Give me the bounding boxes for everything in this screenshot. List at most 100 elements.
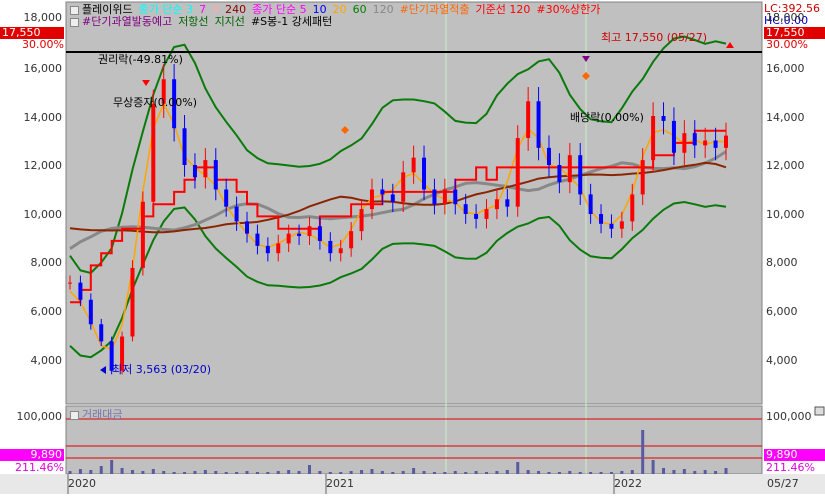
- volume-bar: [224, 472, 228, 474]
- candle-body: [203, 160, 208, 178]
- price-tick-label: 4,000: [766, 354, 798, 367]
- candle-body: [68, 282, 72, 284]
- volume-bar: [214, 471, 218, 474]
- candle-body: [703, 140, 708, 146]
- volume-bar: [183, 472, 187, 474]
- candle-body: [484, 209, 489, 219]
- price-tick-label: 10,000: [766, 208, 805, 221]
- legend-checkbox[interactable]: [70, 410, 79, 420]
- candle-body: [671, 120, 676, 153]
- candle-body: [328, 240, 333, 254]
- price-tick-label: 12,000: [766, 159, 805, 172]
- legend-item[interactable]: 60: [353, 3, 367, 16]
- stock-chart-window: 플레이위드 종가 단순 3 7 9 240 종가 단순 5 10 20 60 120 #단기과열적출…: [0, 0, 825, 494]
- legend-item[interactable]: 120: [373, 3, 394, 16]
- volume-bar: [568, 471, 572, 474]
- volume-bar: [422, 471, 426, 474]
- volume-bar: [110, 460, 114, 474]
- volume-bar: [328, 472, 332, 474]
- volume-bar: [370, 469, 374, 474]
- volume-bar: [651, 460, 655, 474]
- candle-body: [567, 155, 572, 183]
- candle-body: [338, 248, 343, 254]
- legend-item[interactable]: #S봉-1 강세패턴: [251, 15, 332, 28]
- candle-body: [307, 226, 312, 237]
- candle-body: [494, 199, 499, 210]
- volume-bar: [672, 470, 676, 474]
- volume-bar: [589, 472, 593, 474]
- volume-bar: [162, 471, 166, 474]
- volume-bar: [339, 472, 343, 474]
- candle-body: [224, 189, 229, 207]
- volume-bar: [485, 472, 489, 474]
- price-tick-label: 16,000: [766, 62, 805, 75]
- chart-canvas[interactable]: [0, 0, 825, 494]
- candle-body: [724, 135, 728, 148]
- low-annotation: 최저 3,563 (03/20): [112, 363, 212, 376]
- volume-bar: [599, 472, 603, 474]
- rights-annotation: 권리락(-49.81%): [98, 53, 183, 66]
- candle-body: [453, 189, 458, 205]
- volume-bar: [401, 471, 405, 474]
- volume-bar: [464, 472, 468, 474]
- volume-bar: [203, 470, 207, 474]
- candle-body: [557, 165, 562, 183]
- candle-body: [474, 214, 479, 219]
- volume-bar: [318, 471, 322, 474]
- legend-item[interactable]: 기준선 120: [476, 3, 531, 16]
- volume-bar: [391, 472, 395, 474]
- vol-pct-left: 211.46%: [15, 461, 64, 474]
- legend-item[interactable]: 저항선: [178, 15, 208, 28]
- price-tick-label: 6,000: [766, 305, 798, 318]
- price-tick-label: 18,000: [766, 11, 805, 24]
- price-tick-label: 14,000: [766, 111, 805, 124]
- volume-bar: [287, 470, 291, 474]
- candle-body: [515, 138, 520, 207]
- time-tick-label: 05/27: [767, 477, 799, 490]
- vol-pct-right: 211.46%: [766, 461, 815, 474]
- volume-bar: [266, 472, 270, 474]
- candle-body: [651, 116, 656, 161]
- legend-checkbox[interactable]: [70, 5, 79, 15]
- legend-item[interactable]: #30%상한가: [536, 3, 600, 16]
- candle-body: [442, 189, 447, 205]
- volume-bar: [412, 468, 416, 474]
- candle-body: [505, 199, 510, 207]
- volume-bar: [255, 472, 259, 474]
- legend-item[interactable]: #단기과열적출: [400, 3, 470, 16]
- high-annotation: 최고 17,550 (05/27): [601, 31, 708, 44]
- candle-body: [432, 189, 437, 205]
- candle-body: [99, 324, 104, 342]
- volume-bar: [89, 470, 93, 474]
- price-tick-label: 14,000: [23, 111, 63, 124]
- volume-bar: [380, 471, 384, 474]
- volume-bar: [714, 471, 718, 474]
- candle-body: [609, 223, 614, 229]
- pct-label-right: 30.00%: [766, 38, 808, 51]
- volume-bar: [172, 472, 176, 474]
- volume-bar: [547, 472, 551, 474]
- free-share-annotation: 무상증자(0.00%): [113, 96, 198, 109]
- candle-body: [192, 165, 197, 178]
- candle-body: [640, 160, 645, 195]
- candle-body: [317, 226, 322, 241]
- candle-body: [276, 243, 281, 254]
- legend-item[interactable]: #단기과열발동예고: [82, 15, 172, 28]
- volume-bar: [609, 472, 613, 474]
- candle-body: [463, 204, 468, 214]
- candle-body: [359, 209, 364, 232]
- volume-bar: [620, 471, 624, 474]
- legend-item[interactable]: 지지선: [215, 15, 245, 28]
- candle-body: [380, 189, 385, 195]
- legend-checkbox[interactable]: [70, 17, 79, 27]
- pane-close-icon: [814, 406, 825, 416]
- volume-bar: [235, 472, 239, 474]
- dividend-annotation: 배당락(0.00%): [570, 111, 644, 124]
- candle-body: [286, 233, 291, 244]
- price-tick-label: 4,000: [30, 354, 63, 367]
- volume-bar: [245, 471, 249, 474]
- volume-tick-label: 100,000: [16, 410, 63, 423]
- volume-bar: [630, 470, 634, 474]
- volume-pane-bg: [65, 405, 763, 475]
- volume-tick-label: 100,000: [766, 410, 812, 423]
